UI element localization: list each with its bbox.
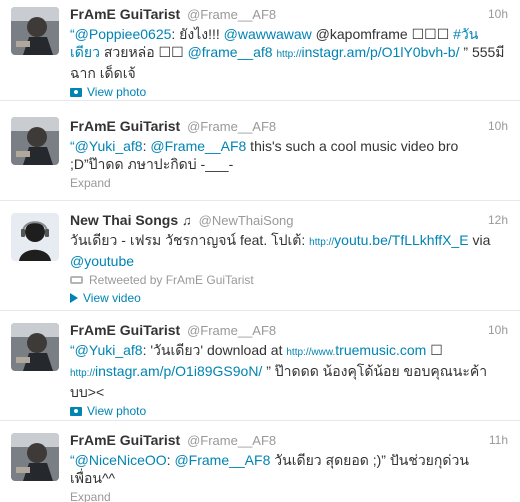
music-note-icon: ♫ [182, 213, 192, 228]
tweet-item[interactable]: FrAmE GuiTarist @Frame__AF8 10h “@Poppie… [0, 0, 520, 101]
mention-link[interactable]: @Frame__AF8 [150, 138, 246, 154]
retweet-icon [70, 276, 83, 284]
url-prefix: http:// [70, 368, 96, 379]
tweet-text: “@Yuki_af8: 'วันเดียว' download at http:… [70, 341, 508, 401]
url-text: instagr.am/p/O1lY0bvh-b/ [301, 44, 460, 60]
mention-link[interactable]: “@Yuki_af8 [70, 342, 143, 358]
mention-link[interactable]: “@Yuki_af8 [70, 138, 143, 154]
photo-icon [70, 87, 82, 97]
tweet-text: “@Poppiee0625: ยังไง!!! @wawwawaw @kapom… [70, 25, 508, 82]
tweet-timestamp[interactable]: 10h [488, 117, 508, 135]
url-text: youtu.be/TfLLkhffX_E [334, 232, 469, 248]
user-handle[interactable]: @Frame__AF8 [187, 433, 276, 448]
user-handle[interactable]: @Frame__AF8 [187, 119, 276, 134]
view-photo-link[interactable]: View photo [70, 84, 146, 100]
tweet-text: “@NiceNiceOO: @Frame__AF8 วันเดียว สุดยอ… [70, 451, 508, 487]
view-photo-label: View photo [87, 404, 147, 418]
url-text: truemusic.com [335, 342, 427, 358]
expand-link[interactable]: Expand [70, 176, 111, 190]
tweet-text-part: via [468, 232, 491, 248]
tweet-timestamp[interactable]: 12h [488, 211, 508, 229]
tweet-text: “@Yuki_af8: @Frame__AF8 this's such a co… [70, 137, 508, 173]
tweet-header: FrAmE GuiTarist @Frame__AF8 10h [70, 5, 508, 23]
avatar[interactable] [11, 7, 59, 55]
url-link[interactable]: http://youtu.be/TfLLkhffX_E [309, 232, 468, 248]
retweeted-by-label[interactable]: Retweeted by FrAmE GuiTarist [89, 272, 254, 288]
mention-link[interactable]: @youtube [70, 253, 134, 269]
tweet-header: New Thai Songs ♫ @NewThaiSong 12h [70, 211, 508, 229]
view-photo-label: View photo [87, 85, 147, 99]
user-fullname[interactable]: FrAmE GuiTarist [70, 6, 180, 22]
mention-link[interactable]: “@Poppiee0625 [70, 26, 171, 42]
user-handle[interactable]: @Frame__AF8 [187, 323, 276, 338]
url-prefix: http:// [276, 49, 302, 60]
avatar[interactable] [11, 213, 59, 261]
tweet-timestamp[interactable]: 10h [488, 5, 508, 23]
user-fullname[interactable]: FrAmE GuiTarist [70, 118, 180, 134]
retweeted-by: Retweeted by FrAmE GuiTarist [70, 272, 508, 288]
mention-link[interactable]: @wawwawaw [224, 26, 312, 42]
mention-link[interactable]: @frame__af8 [188, 44, 273, 60]
tweet-item[interactable]: FrAmE GuiTarist @Frame__AF8 10h “@Yuki_a… [0, 101, 520, 201]
tweet-header: FrAmE GuiTarist @Frame__AF8 10h [70, 321, 508, 339]
user-fullname[interactable]: FrAmE GuiTarist [70, 432, 180, 448]
view-photo-link[interactable]: View photo [70, 403, 146, 419]
avatar[interactable] [11, 323, 59, 371]
photo-icon [70, 406, 82, 416]
tweet-item[interactable]: New Thai Songs ♫ @NewThaiSong 12h วันเดี… [0, 201, 520, 311]
user-fullname[interactable]: New Thai Songs [70, 212, 178, 228]
avatar[interactable] [11, 433, 59, 481]
tweet-header: FrAmE GuiTarist @Frame__AF8 10h [70, 117, 508, 135]
timeline: FrAmE GuiTarist @Frame__AF8 10h “@Poppie… [0, 0, 520, 502]
url-prefix: http://www. [286, 347, 336, 358]
tweet-item[interactable]: FrAmE GuiTarist @Frame__AF8 11h “@NiceNi… [0, 421, 520, 502]
mention-link[interactable]: “@NiceNiceOO [70, 452, 167, 468]
user-handle[interactable]: @NewThaiSong [199, 213, 294, 228]
url-link[interactable]: http://instagr.am/p/O1i89GS9oN/ [70, 363, 262, 379]
expand-link[interactable]: Expand [70, 490, 111, 502]
view-video-link[interactable]: View video [70, 290, 141, 306]
user-fullname[interactable]: FrAmE GuiTarist [70, 322, 180, 338]
tweet-text-part: : ยังไง!!! [171, 26, 224, 42]
tweet-header: FrAmE GuiTarist @Frame__AF8 11h [70, 431, 508, 449]
mention-link[interactable]: @Frame__AF8 [174, 452, 270, 468]
url-text: instagr.am/p/O1i89GS9oN/ [95, 363, 263, 379]
tweet-text-part: วันเดียว - เฟรม วัชรกาญจน์ feat. โปเต้: [70, 232, 310, 248]
tweet-text-part: @kapomframe ☐☐☐ [311, 26, 454, 42]
url-link[interactable]: http://instagr.am/p/O1lY0bvh-b/ [277, 44, 460, 60]
tweet-timestamp[interactable]: 11h [489, 431, 508, 449]
user-handle[interactable]: @Frame__AF8 [187, 7, 276, 22]
view-video-label: View video [83, 291, 141, 305]
tweet-text-part: : 'วันเดียว' download at [142, 342, 287, 358]
url-link[interactable]: http://www.truemusic.com [286, 342, 426, 358]
tweet-text: วันเดียว - เฟรม วัชรกาญจน์ feat. โปเต้: … [70, 231, 508, 270]
tweet-text-part: ☐ [426, 342, 443, 358]
tweet-text-part: สวยหล่อ ☐☐ [99, 44, 188, 60]
tweet-item[interactable]: FrAmE GuiTarist @Frame__AF8 10h “@Yuki_a… [0, 311, 520, 421]
play-icon [70, 293, 78, 303]
url-prefix: http:// [309, 237, 335, 248]
avatar[interactable] [11, 117, 59, 165]
tweet-timestamp[interactable]: 10h [488, 321, 508, 339]
